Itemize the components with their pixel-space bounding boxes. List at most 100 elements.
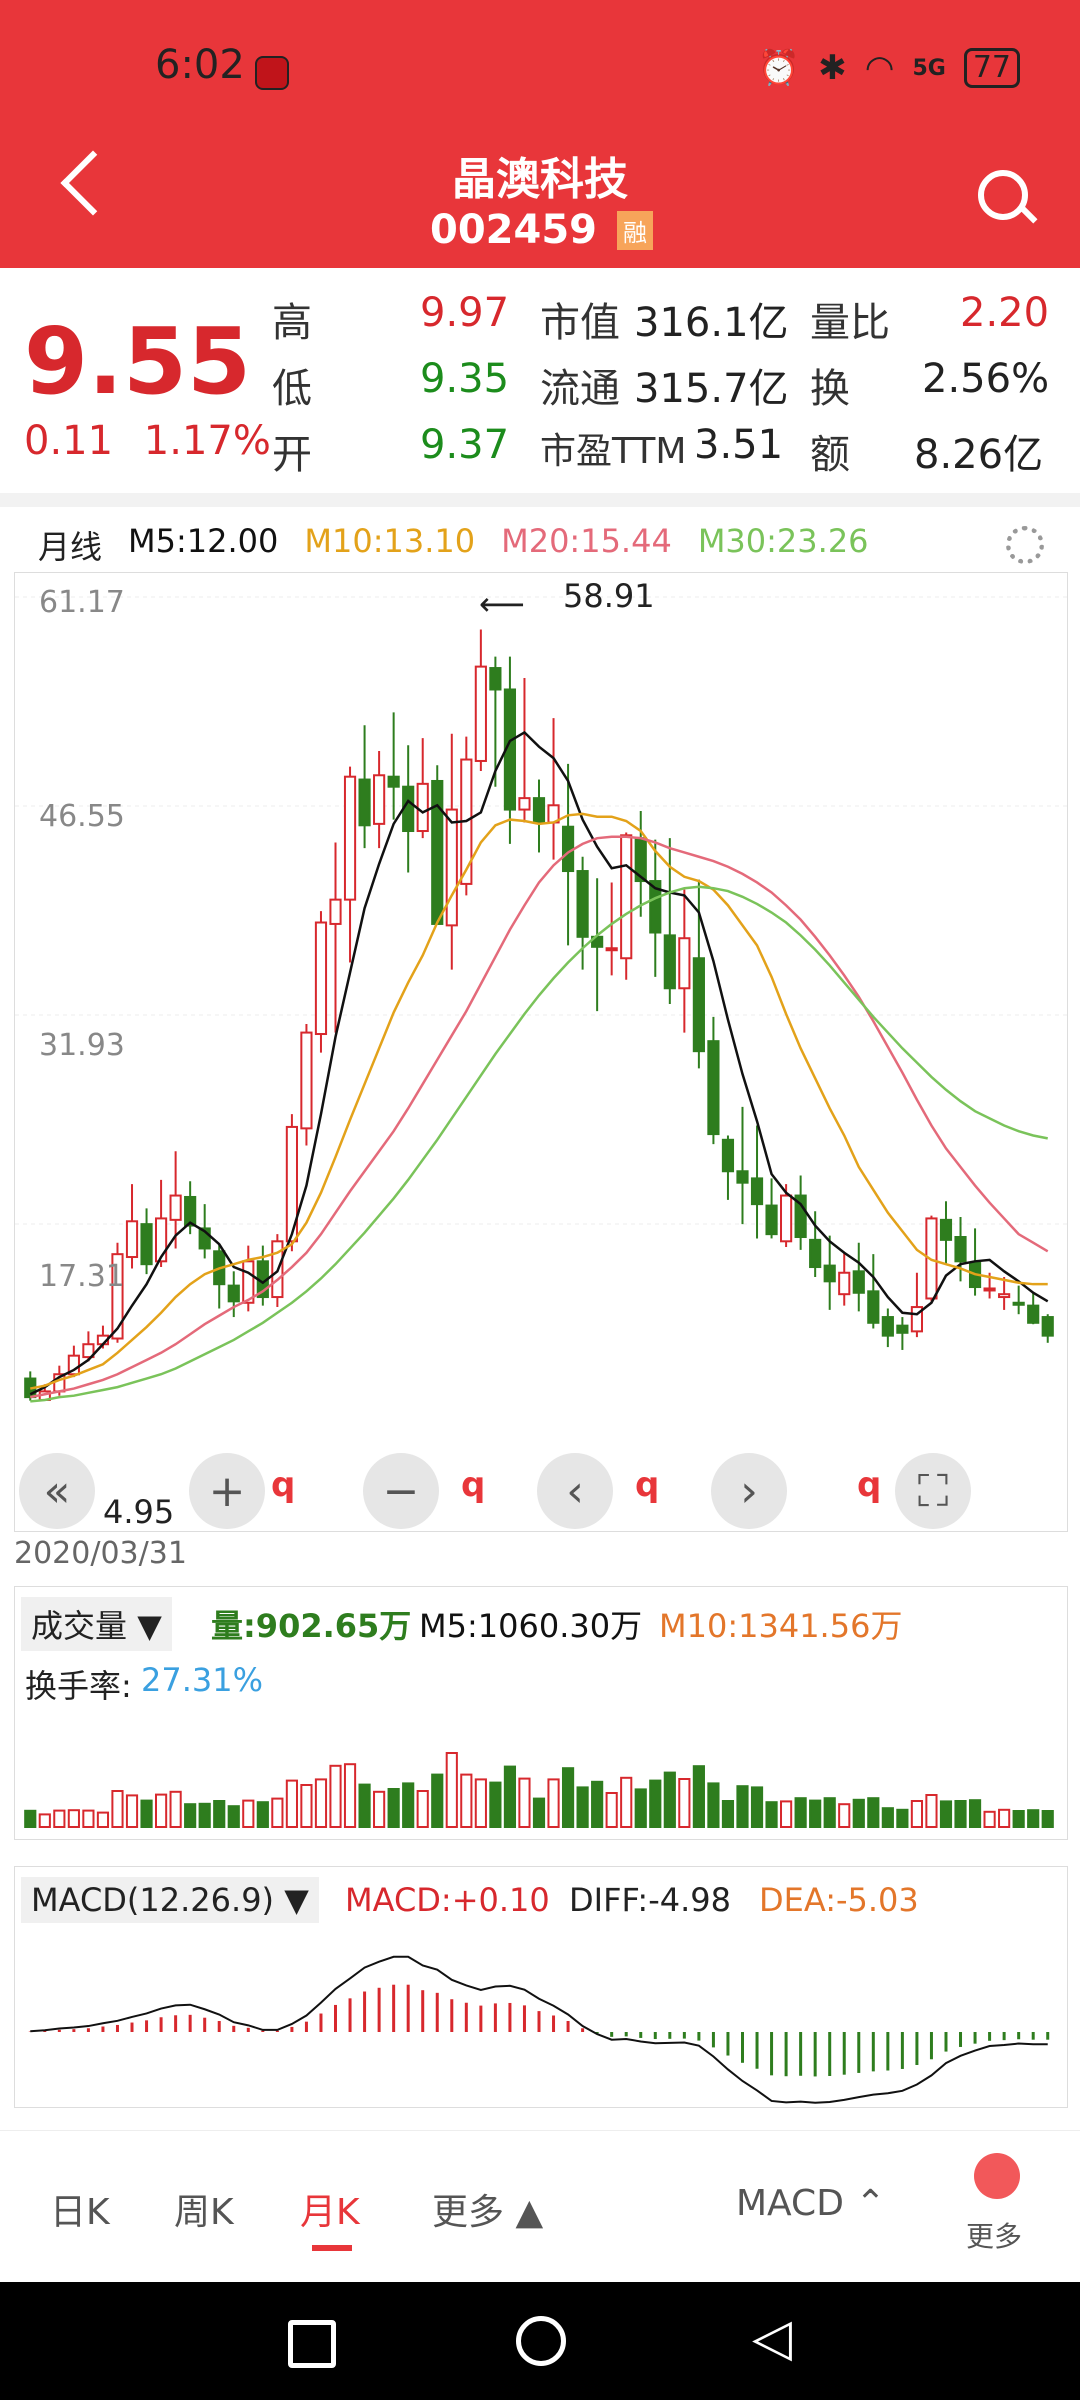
volume-bar [489, 1781, 502, 1829]
volume-bar [605, 1792, 618, 1828]
volume-bar [198, 1802, 211, 1829]
candle-body [605, 947, 618, 952]
zoom-in-button[interactable]: + [189, 1453, 265, 1529]
volume-bar [881, 1807, 894, 1828]
m20-label: M20:15.44 [501, 522, 672, 560]
home-button[interactable] [516, 2316, 566, 2366]
status-icons: ⏰ ✱ ◠ 5G 77 [758, 48, 1020, 88]
m5-label: M5:12.00 [128, 522, 279, 560]
more-menu-label[interactable]: 更多 [966, 2215, 1022, 2255]
hint-q-icon: q [461, 1465, 486, 1505]
candle-body [736, 1170, 749, 1184]
price-change: 0.11 1.17% [24, 418, 271, 464]
candle-body [663, 934, 676, 990]
fullscreen-button[interactable]: ⛶ [895, 1453, 971, 1529]
indicator-selector[interactable]: MACD ⌃ [736, 2183, 886, 2224]
candle-body [169, 1194, 182, 1221]
alarm-icon: ⏰ [757, 48, 801, 88]
hint-q-icon: q [857, 1465, 882, 1505]
volume-bar [939, 1800, 953, 1828]
candle-body [140, 1223, 153, 1266]
candle-body [532, 797, 546, 824]
candle-body [387, 775, 400, 788]
volume-bar [358, 1783, 371, 1829]
candle-body [692, 957, 705, 1053]
signal-icon: 5G [912, 55, 946, 81]
volume-bar [649, 1779, 662, 1829]
volume-bar [678, 1778, 691, 1828]
volume-bar [227, 1805, 240, 1828]
candle-body [300, 1031, 313, 1130]
scroll-left-button[interactable]: ‹ [537, 1453, 613, 1529]
settings-gear-icon[interactable] [1006, 526, 1044, 564]
amount-value: 8.26亿 [914, 432, 1044, 478]
scroll-right-button[interactable]: › [711, 1453, 787, 1529]
candle-body [838, 1271, 851, 1296]
candle-body [707, 1040, 720, 1136]
candle-body [823, 1264, 836, 1283]
open-label: 开 [272, 432, 312, 478]
tab-more[interactable]: 更多 ▲ [432, 2183, 543, 2235]
volume-panel[interactable]: 成交量 ▼ 量:902.65万 M5:1060.30万 M10:1341.56万… [14, 1586, 1068, 1840]
pe-value: 3.51 [694, 422, 784, 468]
volume-bar [402, 1782, 415, 1828]
y-tick-1: 61.17 [39, 585, 125, 620]
volume-bar [954, 1800, 967, 1828]
hint-q-icon: q [635, 1465, 660, 1505]
zoom-out-button[interactable]: − [363, 1453, 439, 1529]
high-label: 高 [272, 300, 312, 346]
tab-day-k[interactable]: 日K [50, 2183, 110, 2235]
active-tab-indicator [312, 2245, 352, 2251]
volume-bar [329, 1764, 342, 1829]
candle-body [998, 1293, 1011, 1299]
volume-bar [111, 1790, 124, 1828]
low-marker: 4.95 [103, 1493, 175, 1531]
current-price: 9.55 [24, 308, 251, 415]
macd-panel[interactable]: MACD(12.26.9) ▼ MACD:+0.10 DIFF:-4.98 DE… [14, 1866, 1068, 2108]
candle-body [474, 665, 487, 762]
tab-month-k[interactable]: 月K [300, 2183, 360, 2235]
volume-bar [561, 1767, 575, 1828]
volume-bar [736, 1785, 749, 1828]
volume-bar [910, 1800, 924, 1828]
volume-bar [154, 1793, 168, 1829]
candle-body [881, 1316, 894, 1337]
volume-bar [67, 1809, 80, 1828]
more-menu-icon[interactable] [974, 2153, 1020, 2199]
candle-body [561, 825, 575, 873]
notification-badge-icon [255, 56, 289, 90]
stock-code: 002459 [430, 207, 597, 253]
candle-body [939, 1218, 953, 1241]
candle-body [518, 797, 531, 811]
kline-svg [15, 596, 1067, 1403]
open-value: 9.37 [420, 422, 510, 468]
volume-bar [242, 1799, 255, 1829]
rewind-button[interactable]: « [19, 1453, 95, 1529]
margin-badge: 融 [617, 210, 653, 250]
float-cap-label: 流通 [540, 366, 620, 412]
tab-week-k[interactable]: 周K [174, 2183, 234, 2235]
turnover-label: 换 [810, 366, 850, 412]
kline-chart[interactable]: 61.17 46.55 31.93 17.31 58.91 ⟵ 4.95 « +… [14, 572, 1068, 1532]
volume-bar [663, 1771, 676, 1829]
volume-bar [416, 1790, 429, 1828]
search-icon[interactable] [978, 170, 1028, 220]
top-header: 6:02 ⏰ ✱ ◠ 5G 77 晶澳科技 002459 融 [0, 0, 1080, 268]
candle-body [678, 937, 691, 990]
ma-legend: 月线 M5:12.00 M10:13.10 M20:15.44 M30:23.2… [38, 522, 869, 568]
candle-body [343, 775, 357, 901]
back-nav-button[interactable]: ◁ [752, 2312, 792, 2364]
candle-body [416, 782, 429, 833]
market-cap-label: 市值 [540, 300, 620, 346]
change-percent: 1.17% [143, 418, 271, 464]
quote-panel: 9.55 0.11 1.17% 高 9.97 市值 316.1亿 量比 2.20… [0, 268, 1080, 493]
volume-bar [794, 1797, 807, 1828]
ma-line-m30 [30, 885, 1048, 1403]
y-tick-4: 17.31 [39, 1259, 125, 1294]
volume-svg [24, 1752, 1054, 1829]
high-arrow-icon: ⟵ [479, 585, 525, 623]
volume-bar [24, 1809, 37, 1829]
candle-body [489, 667, 502, 691]
recents-button[interactable] [288, 2320, 336, 2368]
status-time: 6:02 [155, 42, 245, 88]
